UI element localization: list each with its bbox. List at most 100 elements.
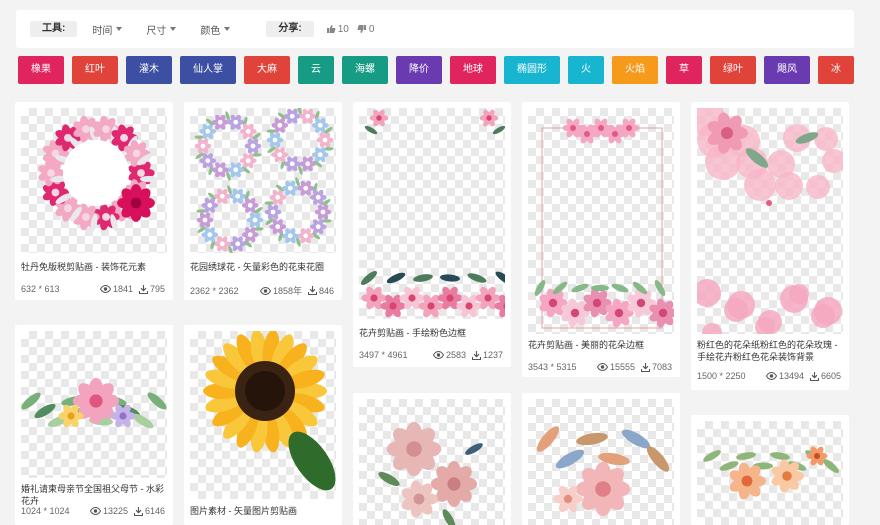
image-thumbnail[interactable] (359, 399, 505, 525)
tag-bar: 橡果红叶灌木仙人掌大麻云海螺降价地球椭圆形火火焰草绿叶飓风冰冰柱灯闪电› (18, 56, 854, 84)
tag-item[interactable]: 海螺 (342, 56, 388, 84)
floral-border-illustration (361, 109, 505, 318)
tool-label: 工具: (30, 21, 78, 37)
tag-item[interactable]: 绿叶 (710, 56, 756, 84)
card-meta: 3543 * 5315 15555 7083 (528, 362, 672, 372)
tag-item[interactable]: 火 (568, 56, 604, 84)
orange-bouquet-illustration (703, 446, 839, 500)
caret-down-icon (116, 27, 123, 31)
image-card[interactable] (522, 393, 680, 525)
wreath-set-illustration (194, 108, 334, 253)
card-title[interactable]: 花园绣球花 - 矢量彩色的花束花圈 (190, 261, 336, 273)
tag-item[interactable]: 椭圆形 (504, 56, 560, 84)
card-title[interactable]: 花卉剪贴画 - 美丽的花朵边框 (528, 339, 674, 351)
card-title[interactable]: 粉红色的花朵纸粉红色的花朵玫瑰 - 手绘花卉粉红色花朵装饰背景 (697, 339, 843, 363)
time-dropdown[interactable]: 时间 (92, 22, 123, 37)
view-count: 2583 (432, 350, 466, 360)
tag-item[interactable]: 降价 (396, 56, 442, 84)
share-label: 分享: (266, 21, 314, 37)
floral-wreath-illustration (38, 115, 158, 232)
download-count: 6146 (133, 506, 165, 516)
eye-icon (99, 285, 111, 293)
eye-icon (89, 507, 101, 515)
card-meta: 1500 * 2250 13494 6605 (697, 371, 841, 381)
image-thumbnail[interactable] (528, 399, 674, 525)
card-title[interactable]: 图片素材 - 矢量图片剪贴画 (190, 505, 336, 517)
card-title[interactable]: 婚礼请柬母亲节全国祖父母节 - 水彩花卉 (21, 483, 167, 507)
image-size: 2362 * 2362 (190, 285, 239, 296)
download-icon (809, 371, 819, 381)
caret-down-icon (170, 27, 177, 31)
view-count: 15555 (596, 362, 635, 372)
download-icon (138, 284, 148, 294)
view-count: 1858年 (259, 284, 302, 297)
download-count: 846 (307, 286, 334, 296)
image-card[interactable]: 花卉剪贴画 - 美丽的花朵边框 3543 * 5315 15555 7083 (522, 102, 680, 377)
download-count: 795 (138, 284, 165, 294)
tag-item[interactable]: 大麻 (244, 56, 290, 84)
eye-icon (432, 351, 444, 359)
like-button[interactable]: 10 (326, 24, 349, 35)
tag-item[interactable]: 地球 (450, 56, 496, 84)
image-size: 1024 * 1024 (21, 506, 70, 516)
image-thumbnail[interactable] (21, 108, 167, 253)
tag-item[interactable]: 草 (666, 56, 702, 84)
image-thumbnail[interactable] (190, 108, 336, 253)
color-dropdown[interactable]: 颜色 (200, 22, 231, 37)
tag-item[interactable]: 冰 (818, 56, 854, 84)
image-card[interactable]: 图片素材 - 矢量图片剪贴画 (184, 325, 342, 525)
card-meta: 2362 * 2362 1858年 846 (190, 284, 334, 297)
image-thumbnail[interactable] (528, 108, 674, 334)
eye-icon (765, 372, 777, 380)
image-thumbnail[interactable] (359, 108, 505, 319)
download-count: 7083 (640, 362, 672, 372)
image-card[interactable]: 花卉剪贴画 - 手绘粉色边框 3497 * 4961 2583 1237 (353, 102, 511, 367)
card-title[interactable]: 花卉剪贴画 - 手绘粉色边框 (359, 327, 505, 339)
image-card[interactable]: 婚礼请柬母亲节全国祖父母节 - 水彩花卉 1024 * 1024 13225 6146 (15, 325, 173, 525)
floral-frame-illustration (534, 118, 674, 329)
tag-item[interactable]: 红叶 (72, 56, 118, 84)
card-meta: 632 * 613 1841 795 (21, 284, 165, 294)
size-dropdown[interactable]: 尺寸 (146, 22, 177, 37)
eye-icon (259, 286, 271, 295)
image-size: 1500 * 2250 (697, 371, 746, 381)
tag-item[interactable]: 橡果 (18, 56, 64, 84)
pink-watercolor-illustration (697, 108, 843, 334)
tag-item[interactable]: 灌木 (126, 56, 172, 84)
watercolor-bouquet-illustration (21, 377, 167, 429)
image-card[interactable]: 花园绣球花 - 矢量彩色的花束花圈 2362 * 2362 1858年 846 (184, 102, 342, 300)
eye-icon (596, 363, 608, 371)
download-icon (471, 350, 481, 360)
card-meta: 1024 * 1024 13225 6146 (21, 506, 165, 516)
download-icon (133, 506, 143, 516)
filter-bar: 工具: 时间 尺寸 颜色 分享: 10 0 (16, 10, 854, 48)
tag-item[interactable]: 飓风 (764, 56, 810, 84)
peach-bouquet-illustration (536, 426, 670, 517)
download-icon (307, 286, 317, 295)
dislike-button[interactable]: 0 (357, 24, 374, 35)
image-card[interactable] (353, 393, 511, 525)
caret-down-icon (224, 27, 231, 31)
image-card[interactable]: 粉红色的花朵纸粉红色的花朵玫瑰 - 手绘花卉粉红色花朵装饰背景 1500 * 22… (691, 102, 849, 390)
image-size: 3543 * 5315 (528, 362, 577, 372)
image-thumbnail[interactable] (190, 331, 336, 499)
tag-item[interactable]: 火焰 (612, 56, 658, 84)
download-icon (640, 362, 650, 372)
sunflower-illustration (203, 331, 336, 491)
image-card[interactable]: 牡丹免版税剪贴画 - 装饰花元素 632 * 613 1841 795 (15, 102, 173, 300)
image-thumbnail[interactable] (21, 331, 167, 478)
view-count: 1841 (99, 284, 133, 294)
view-count: 13225 (89, 506, 128, 516)
view-count: 13494 (765, 371, 804, 381)
image-card[interactable] (691, 415, 849, 525)
tag-item[interactable]: 仙人掌 (180, 56, 236, 84)
thumbs-down-icon (357, 25, 366, 33)
image-thumbnail[interactable] (697, 108, 843, 334)
image-thumbnail[interactable] (697, 421, 843, 525)
rose-bouquet-illustration (378, 421, 483, 525)
download-count: 1237 (471, 350, 503, 360)
thumbs-up-icon (326, 25, 336, 33)
card-title[interactable]: 牡丹免版税剪贴画 - 装饰花元素 (21, 261, 167, 273)
tag-item[interactable]: 云 (298, 56, 334, 84)
image-size: 632 * 613 (21, 284, 60, 294)
